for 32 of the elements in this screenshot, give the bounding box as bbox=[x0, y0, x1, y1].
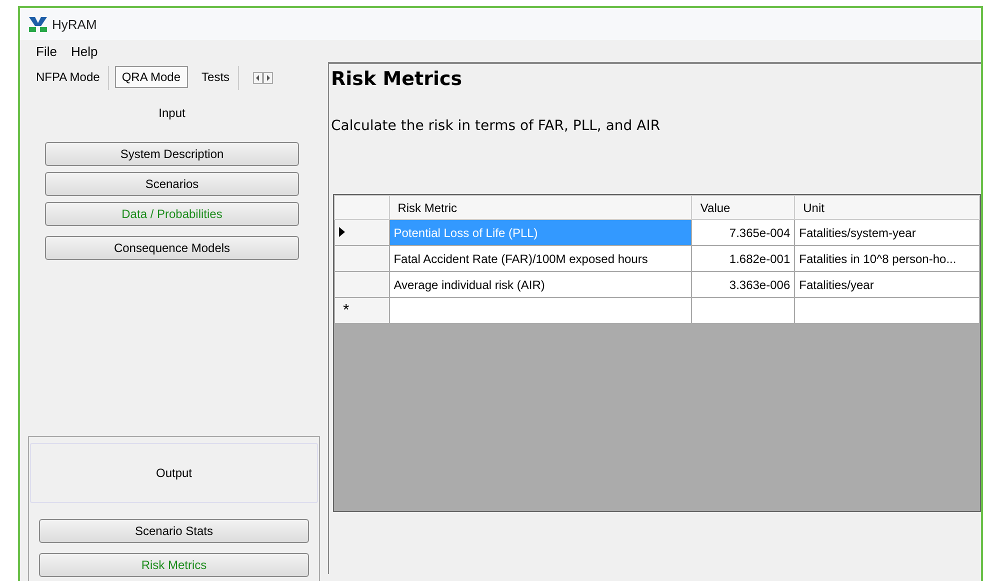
new-row-marker: * bbox=[342, 302, 350, 318]
mode-tab[interactable]: NFPA Mode bbox=[28, 66, 109, 90]
scroll-right-icon[interactable] bbox=[262, 72, 273, 84]
app-logo-icon bbox=[28, 15, 48, 33]
current-row-icon bbox=[339, 226, 345, 236]
page-description: Calculate the risk in terms of FAR, PLL, and AIR bbox=[330, 117, 662, 134]
table-cell: Fatal Accident Rate (FAR)/100M exposed hours bbox=[389, 246, 692, 272]
window-title: HyRAM bbox=[52, 16, 97, 32]
table-cell: Fatalities/year bbox=[794, 272, 980, 298]
mode-tab[interactable]: Tests bbox=[194, 66, 239, 90]
column-header[interactable]: Value bbox=[692, 196, 795, 220]
table-cell: Average individual risk (AIR) bbox=[389, 272, 692, 298]
column-header[interactable]: Risk Metric bbox=[389, 196, 692, 220]
input-heading: Input bbox=[158, 106, 186, 120]
nav-button[interactable]: Scenario Stats bbox=[39, 519, 309, 543]
nav-button[interactable]: Consequence Models bbox=[45, 236, 299, 260]
table-cell: Potential Loss of Life (PLL) bbox=[389, 220, 692, 246]
menu-item[interactable]: File bbox=[36, 44, 57, 58]
table-cell: Fatalities in 10^8 person-ho... bbox=[794, 246, 980, 272]
table-cell: Fatalities/system-year bbox=[794, 220, 980, 246]
scroll-left-icon[interactable] bbox=[252, 72, 263, 84]
table-cell: 1.682e-001 bbox=[692, 246, 795, 272]
output-heading: Output bbox=[156, 466, 192, 480]
menu-item[interactable]: Help bbox=[70, 44, 98, 58]
table-cell: 7.365e-004 bbox=[692, 220, 795, 246]
nav-button[interactable]: System Description bbox=[45, 142, 299, 166]
row-header[interactable] bbox=[334, 220, 390, 246]
mode-tab[interactable]: QRA Mode bbox=[114, 66, 188, 88]
column-header[interactable]: Unit bbox=[794, 196, 980, 220]
page-title: Risk Metrics bbox=[330, 67, 464, 90]
nav-button[interactable]: Scenarios bbox=[45, 172, 299, 196]
table-cell: 3.363e-006 bbox=[692, 272, 795, 298]
